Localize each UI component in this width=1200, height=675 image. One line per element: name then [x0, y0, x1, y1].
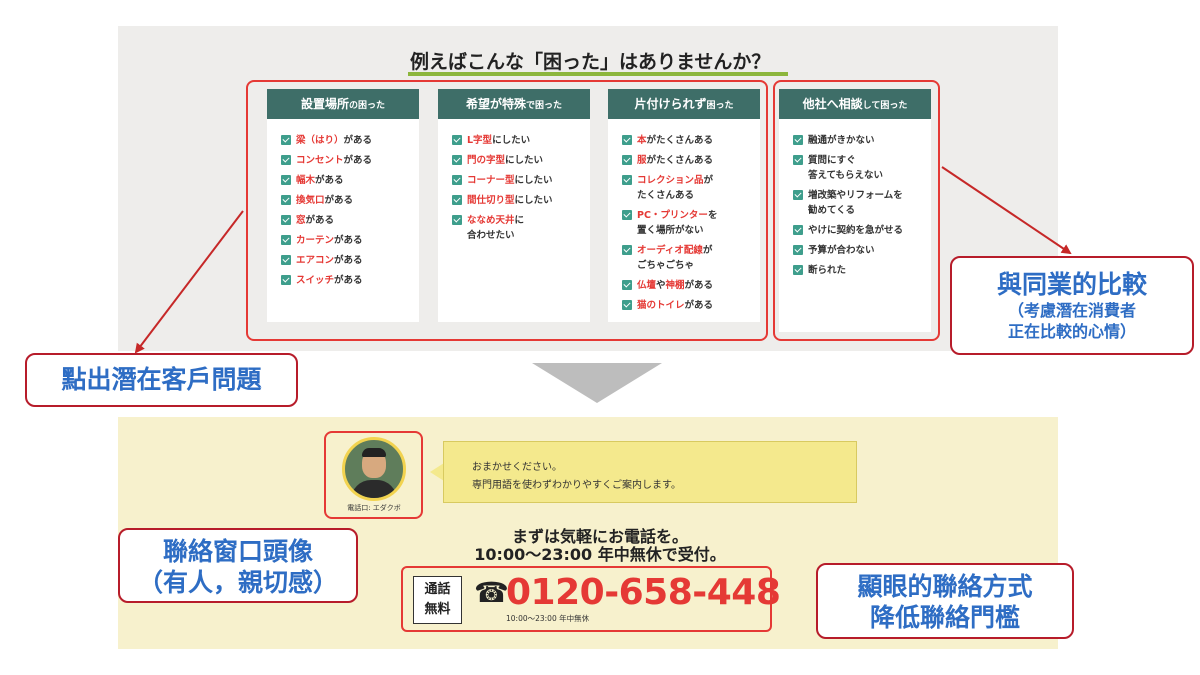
arrow-to-compare-annotation	[941, 166, 1072, 255]
annotation-customer-problems: 點出潛在客戶問題	[25, 353, 298, 407]
annotation-contact-avatar: 聯絡窗口頭像 （有人，親切感）	[118, 528, 358, 603]
annotation-compare-title: 與同業的比較	[996, 270, 1147, 299]
annotation-cta-line-2: 降低聯絡門檻	[869, 603, 1020, 632]
arrow-to-problem-annotation	[134, 210, 244, 354]
annotation-avatar-line-1: 聯絡窗口頭像	[162, 537, 313, 566]
annotation-avatar-line-2: （有人，親切感）	[137, 568, 338, 597]
annotation-cta-line-1: 顯眼的聯絡方式	[857, 572, 1033, 601]
annotation-contact-method: 顯眼的聯絡方式 降低聯絡門檻	[816, 563, 1074, 639]
annotation-compare-sub-2: 正在比較的心情）	[1007, 322, 1136, 341]
annotation-compare-sub-1: （考慮潛在消費者	[1007, 301, 1136, 320]
annotation-competitor-comparison: 與同業的比較 （考慮潛在消費者 正在比較的心情）	[950, 256, 1194, 355]
